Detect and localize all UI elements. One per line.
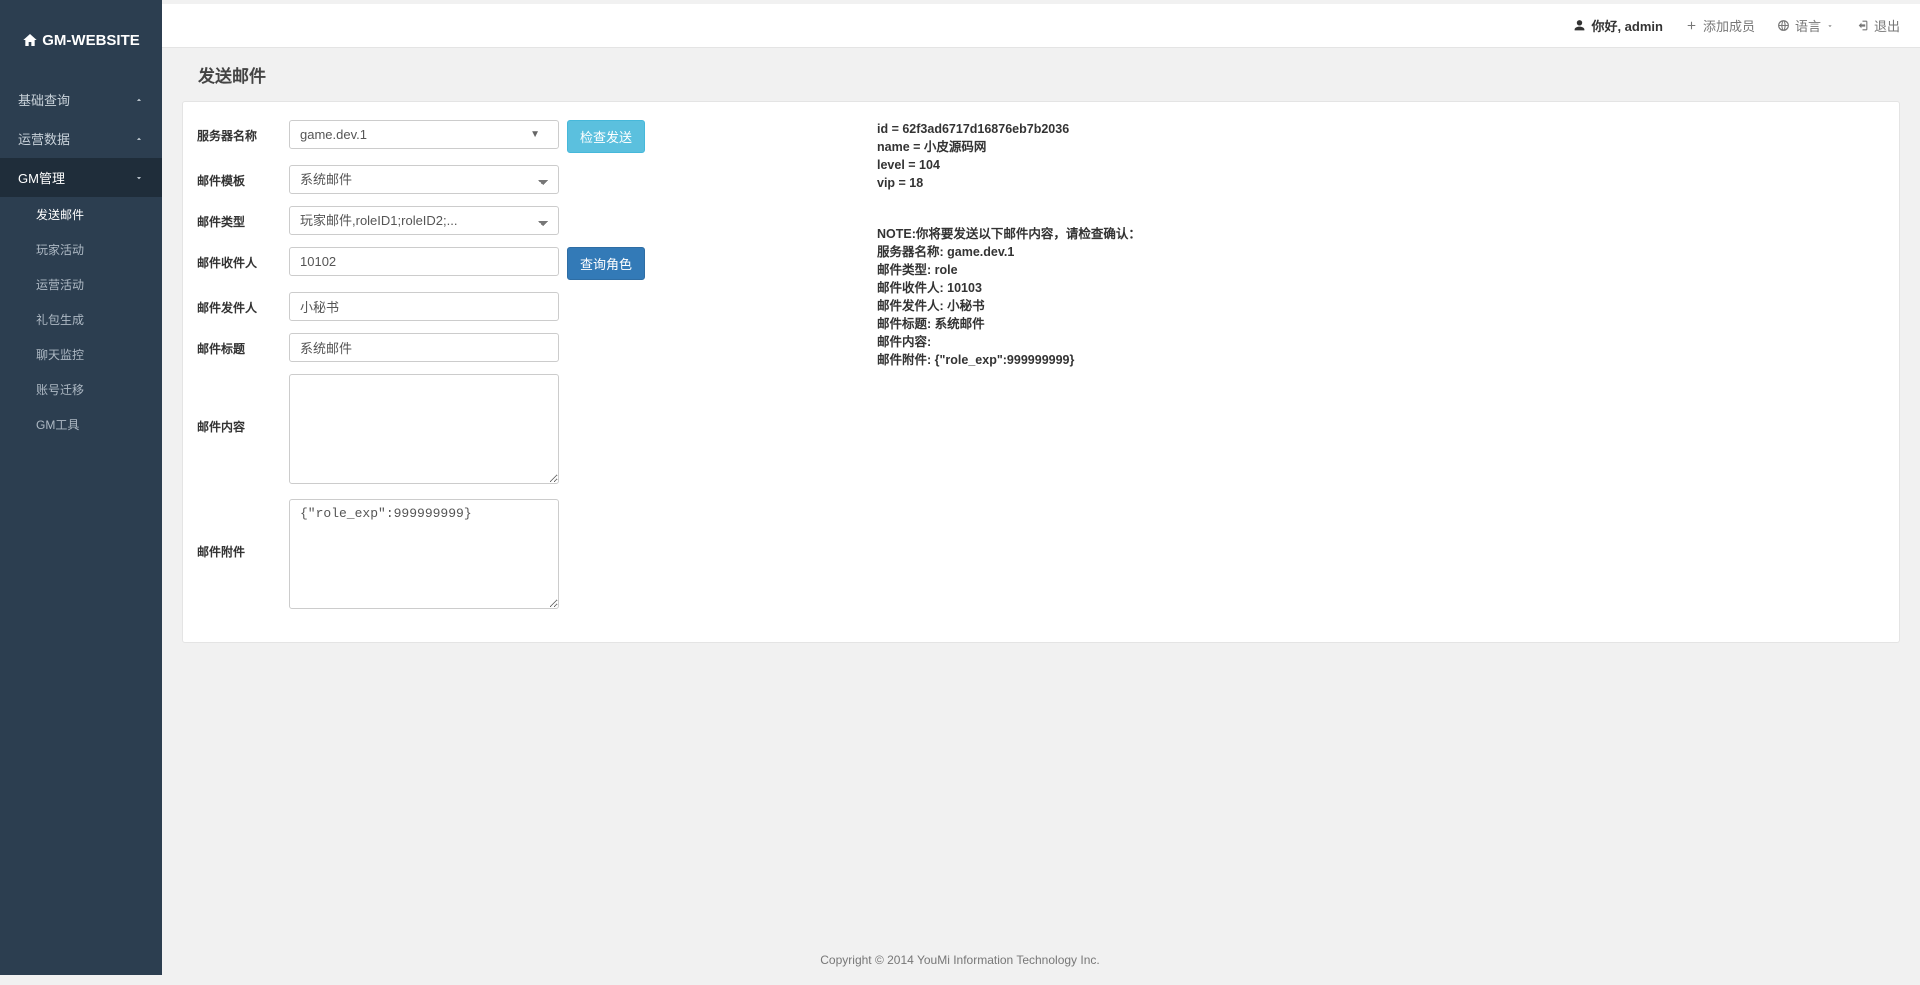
add-member-text: 添加成员 (1703, 16, 1755, 35)
mail-type-select[interactable]: 玩家邮件,roleID1;roleID2;... (289, 206, 559, 235)
logout-icon (1856, 19, 1869, 32)
home-icon (22, 32, 38, 48)
content-textarea[interactable] (289, 374, 559, 484)
sidebar-item-label: 基础查询 (18, 90, 70, 109)
chevron-up-icon (134, 134, 144, 144)
caret-down-icon (1826, 22, 1834, 30)
sidebar-sub-player-activity[interactable]: 玩家活动 (0, 232, 162, 267)
nav: 基础查询 运营数据 GM管理 发送邮件 玩家活动 运营活动 礼包生成 聊天监控 … (0, 80, 162, 442)
label-subject: 邮件标题 (197, 333, 289, 357)
mail-template-select[interactable]: 系统邮件 (289, 165, 559, 194)
preview-attachment: 邮件附件: {"role_exp":999999999} (877, 353, 1074, 367)
language-text: 语言 (1795, 16, 1821, 35)
sidebar-item-ops-data[interactable]: 运营数据 (0, 119, 162, 158)
caret-down-icon: ▼ (530, 129, 548, 140)
preview-vip: vip = 18 (877, 176, 923, 190)
footer: Copyright © 2014 YouMi Information Techn… (0, 935, 1920, 985)
preview-subject: 邮件标题: 系统邮件 (877, 317, 985, 331)
logout-link[interactable]: 退出 (1856, 16, 1900, 35)
label-mail-template: 邮件模板 (197, 165, 289, 189)
preview-note: NOTE:你将要发送以下邮件内容，请检查确认： (877, 227, 1141, 241)
label-content: 邮件内容 (197, 374, 289, 435)
logout-text: 退出 (1874, 16, 1900, 35)
server-name-value: game.dev.1 (300, 127, 367, 142)
sidebar-item-gm-manage[interactable]: GM管理 (0, 158, 162, 197)
label-attachment: 邮件附件 (197, 499, 289, 560)
preview-level: level = 104 (877, 158, 940, 172)
attachment-textarea[interactable]: {"role_exp":999999999} (289, 499, 559, 609)
nav-sub-gm: 发送邮件 玩家活动 运营活动 礼包生成 聊天监控 账号迁移 GM工具 (0, 197, 162, 442)
server-name-select[interactable]: game.dev.1 ▼ (289, 120, 559, 149)
label-sender: 邮件发件人 (197, 292, 289, 316)
preview-recipient: 邮件收件人: 10103 (877, 281, 982, 295)
subject-input[interactable] (289, 333, 559, 362)
sidebar-sub-account-migrate[interactable]: 账号迁移 (0, 372, 162, 407)
preview-id: id = 62f3ad6717d16876eb7b2036 (877, 122, 1069, 136)
preview-column: id = 62f3ad6717d16876eb7b2036 name = 小皮源… (867, 120, 1885, 624)
greeting-text: 你好, admin (1591, 16, 1663, 35)
user-icon (1573, 19, 1586, 32)
chevron-down-icon (134, 173, 144, 183)
globe-icon (1777, 19, 1790, 32)
sidebar-sub-send-mail[interactable]: 发送邮件 (0, 197, 162, 232)
topbar: 你好, admin 添加成员 语言 退出 (162, 4, 1920, 48)
sidebar-item-label: GM管理 (18, 168, 65, 187)
page-title: 发送邮件 (162, 48, 1920, 101)
sidebar-item-basic-query[interactable]: 基础查询 (0, 80, 162, 119)
brand[interactable]: GM-WEBSITE (0, 0, 162, 80)
preview-name: name = 小皮源码网 (877, 140, 986, 154)
label-recipient: 邮件收件人 (197, 247, 289, 271)
greeting: 你好, admin (1573, 16, 1663, 35)
sender-input[interactable] (289, 292, 559, 321)
sidebar-sub-chat-monitor[interactable]: 聊天监控 (0, 337, 162, 372)
sidebar-item-label: 运营数据 (18, 129, 70, 148)
query-role-button[interactable]: 查询角色 (567, 247, 645, 280)
recipient-input[interactable] (289, 247, 559, 276)
sidebar-sub-gm-tools[interactable]: GM工具 (0, 407, 162, 442)
page: 发送邮件 服务器名称 game.dev.1 ▼ 检查发送 邮件模板 (162, 0, 1920, 935)
chevron-up-icon (134, 95, 144, 105)
label-mail-type: 邮件类型 (197, 206, 289, 230)
panel: 服务器名称 game.dev.1 ▼ 检查发送 邮件模板 系统邮件 (182, 101, 1900, 643)
sidebar-sub-ops-activity[interactable]: 运营活动 (0, 267, 162, 302)
preview-type: 邮件类型: role (877, 263, 958, 277)
sidebar-sub-gift-gen[interactable]: 礼包生成 (0, 302, 162, 337)
check-send-button[interactable]: 检查发送 (567, 120, 645, 153)
preview-server: 服务器名称: game.dev.1 (877, 245, 1014, 259)
preview-sender: 邮件发件人: 小秘书 (877, 299, 985, 313)
add-member-link[interactable]: 添加成员 (1685, 16, 1755, 35)
form-column: 服务器名称 game.dev.1 ▼ 检查发送 邮件模板 系统邮件 (197, 120, 857, 624)
brand-text: GM-WEBSITE (42, 32, 140, 49)
preview-content: 邮件内容: (877, 335, 931, 349)
sidebar: GM-WEBSITE 基础查询 运营数据 GM管理 发送邮件 玩家活动 运营活动… (0, 0, 162, 975)
language-dropdown[interactable]: 语言 (1777, 16, 1834, 35)
label-server-name: 服务器名称 (197, 120, 289, 144)
plus-icon (1685, 19, 1698, 32)
